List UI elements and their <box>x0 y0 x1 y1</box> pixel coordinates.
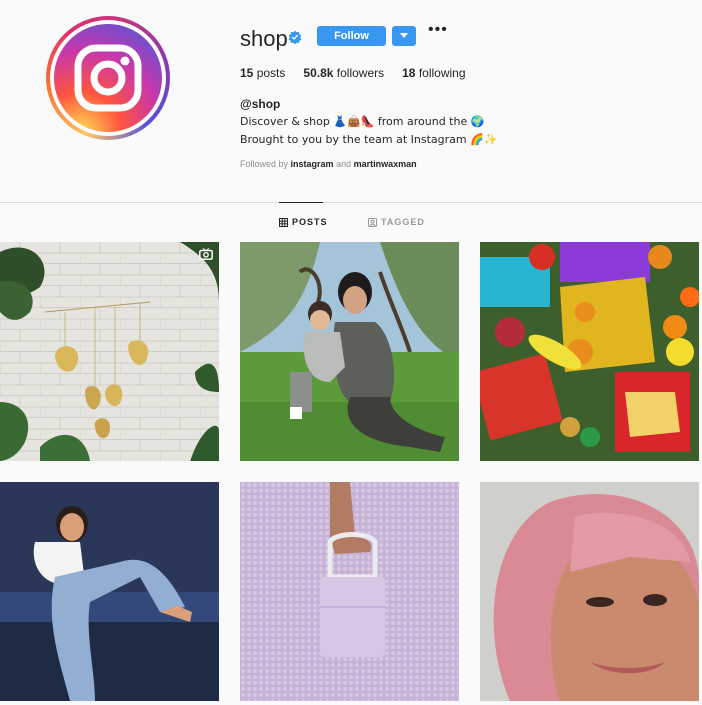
tab-tagged[interactable]: TAGGED <box>368 217 425 227</box>
post-image <box>0 242 219 461</box>
followed-by-user-1[interactable]: instagram <box>291 159 334 169</box>
tabs-divider <box>0 202 702 203</box>
more-options-button[interactable]: ••• <box>428 22 447 41</box>
profile-avatar[interactable] <box>46 16 170 140</box>
posts-label: posts <box>256 66 286 80</box>
post-tile[interactable] <box>480 482 699 701</box>
suggested-dropdown-button[interactable] <box>392 26 416 46</box>
following-count: 18 <box>402 66 416 80</box>
followed-by-prefix: Followed by <box>240 159 289 169</box>
post-image <box>480 242 699 461</box>
post-image <box>480 482 699 701</box>
instagram-logo-icon <box>54 24 162 132</box>
tab-posts[interactable]: POSTS <box>279 217 328 227</box>
bio-line-1: Discover & shop 👗👜👠 from around the 🌍 <box>240 115 485 128</box>
post-tile[interactable] <box>480 242 699 461</box>
tagged-icon <box>368 217 377 227</box>
chevron-down-icon <box>400 33 408 38</box>
profile-username: shop <box>240 26 288 51</box>
following-label: following <box>418 66 466 80</box>
profile-stats: 15 posts 50.8k followers 18 following <box>240 66 484 80</box>
verified-badge-icon <box>288 30 302 44</box>
followers-stat[interactable]: 50.8k followers <box>303 66 384 80</box>
follow-button[interactable]: Follow <box>317 26 386 46</box>
post-tile[interactable] <box>240 482 459 701</box>
igtv-icon <box>199 248 213 260</box>
followed-by-user-2[interactable]: martinwaxman <box>354 159 417 169</box>
post-image <box>240 242 459 461</box>
followed-by-conjunction: and <box>336 159 352 169</box>
posts-stat: 15 posts <box>240 66 285 80</box>
post-tile[interactable] <box>0 482 219 701</box>
following-stat[interactable]: 18 following <box>402 66 465 80</box>
active-tab-indicator <box>279 202 323 203</box>
grid-icon <box>279 217 288 227</box>
followed-by[interactable]: Followed by instagram and martinwaxman <box>240 159 417 169</box>
post-tile[interactable] <box>240 242 459 461</box>
posts-count: 15 <box>240 66 254 80</box>
post-image <box>0 482 219 701</box>
bio-line-2: Brought to you by the team at Instagram … <box>240 133 498 146</box>
followers-count: 50.8k <box>303 66 334 80</box>
post-tile[interactable] <box>0 242 219 461</box>
followers-label: followers <box>336 66 385 80</box>
post-image <box>240 482 459 701</box>
bio-name: @shop <box>240 97 281 111</box>
